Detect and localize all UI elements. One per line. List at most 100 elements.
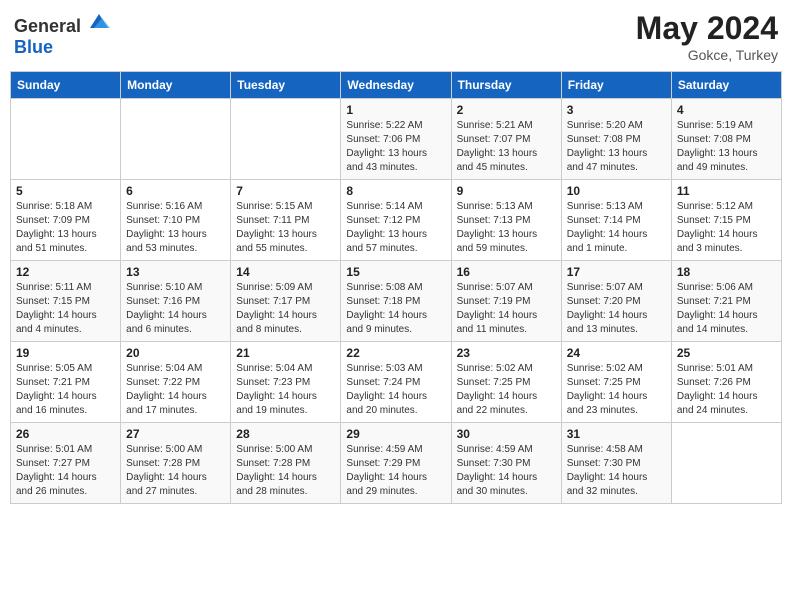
logo-text: General Blue	[14, 10, 110, 58]
day-info: Sunrise: 5:13 AMSunset: 7:14 PMDaylight:…	[567, 200, 666, 256]
day-number: 12	[16, 265, 115, 279]
weekday-header-row: SundayMondayTuesdayWednesdayThursdayFrid…	[11, 72, 782, 99]
day-number: 29	[346, 427, 445, 441]
day-number: 25	[677, 346, 776, 360]
day-info: Sunrise: 5:01 AMSunset: 7:27 PMDaylight:…	[16, 443, 115, 499]
day-info: Sunrise: 4:59 AMSunset: 7:29 PMDaylight:…	[346, 443, 445, 499]
calendar-location: Gokce, Turkey	[636, 47, 778, 63]
calendar-header: SundayMondayTuesdayWednesdayThursdayFrid…	[11, 72, 782, 99]
day-number: 5	[16, 184, 115, 198]
day-info: Sunrise: 4:59 AMSunset: 7:30 PMDaylight:…	[457, 443, 556, 499]
day-info: Sunrise: 5:16 AMSunset: 7:10 PMDaylight:…	[126, 200, 225, 256]
calendar-cell: 25 Sunrise: 5:01 AMSunset: 7:26 PMDayligh…	[671, 342, 781, 423]
calendar-cell	[231, 99, 341, 180]
calendar-cell: 22 Sunrise: 5:03 AMSunset: 7:24 PMDayligh…	[341, 342, 451, 423]
day-number: 11	[677, 184, 776, 198]
day-number: 27	[126, 427, 225, 441]
calendar-cell: 26 Sunrise: 5:01 AMSunset: 7:27 PMDayligh…	[11, 423, 121, 504]
day-number: 21	[236, 346, 335, 360]
calendar-cell: 29 Sunrise: 4:59 AMSunset: 7:29 PMDayligh…	[341, 423, 451, 504]
day-info: Sunrise: 5:22 AMSunset: 7:06 PMDaylight:…	[346, 119, 445, 175]
day-info: Sunrise: 5:00 AMSunset: 7:28 PMDaylight:…	[236, 443, 335, 499]
calendar-cell: 28 Sunrise: 5:00 AMSunset: 7:28 PMDayligh…	[231, 423, 341, 504]
weekday-header: Sunday	[11, 72, 121, 99]
weekday-header: Wednesday	[341, 72, 451, 99]
day-info: Sunrise: 5:02 AMSunset: 7:25 PMDaylight:…	[457, 362, 556, 418]
day-info: Sunrise: 4:58 AMSunset: 7:30 PMDaylight:…	[567, 443, 666, 499]
day-number: 19	[16, 346, 115, 360]
day-number: 23	[457, 346, 556, 360]
day-info: Sunrise: 5:19 AMSunset: 7:08 PMDaylight:…	[677, 119, 776, 175]
calendar-cell	[121, 99, 231, 180]
day-number: 20	[126, 346, 225, 360]
calendar-cell: 15 Sunrise: 5:08 AMSunset: 7:18 PMDayligh…	[341, 261, 451, 342]
calendar-cell: 11 Sunrise: 5:12 AMSunset: 7:15 PMDayligh…	[671, 180, 781, 261]
day-info: Sunrise: 5:07 AMSunset: 7:20 PMDaylight:…	[567, 281, 666, 337]
title-block: May 2024 Gokce, Turkey	[636, 10, 778, 63]
day-number: 9	[457, 184, 556, 198]
day-number: 28	[236, 427, 335, 441]
day-number: 14	[236, 265, 335, 279]
calendar-cell: 24Sunrise: 5:02 AMSunset: 7:25 PMDayligh…	[561, 342, 671, 423]
weekday-header: Saturday	[671, 72, 781, 99]
day-info: Sunrise: 5:09 AMSunset: 7:17 PMDaylight:…	[236, 281, 335, 337]
calendar-cell: 19 Sunrise: 5:05 AMSunset: 7:21 PMDayligh…	[11, 342, 121, 423]
day-number: 13	[126, 265, 225, 279]
day-info: Sunrise: 5:06 AMSunset: 7:21 PMDaylight:…	[677, 281, 776, 337]
day-info: Sunrise: 5:15 AMSunset: 7:11 PMDaylight:…	[236, 200, 335, 256]
day-number: 3	[567, 103, 666, 117]
calendar-cell: 7Sunrise: 5:15 AMSunset: 7:11 PMDaylight…	[231, 180, 341, 261]
day-number: 31	[567, 427, 666, 441]
day-info: Sunrise: 5:14 AMSunset: 7:12 PMDaylight:…	[346, 200, 445, 256]
calendar-cell: 27 Sunrise: 5:00 AMSunset: 7:28 PMDayligh…	[121, 423, 231, 504]
day-number: 17	[567, 265, 666, 279]
calendar-cell	[11, 99, 121, 180]
day-info: Sunrise: 5:05 AMSunset: 7:21 PMDaylight:…	[16, 362, 115, 418]
logo-general: General	[14, 16, 81, 36]
calendar-title: May 2024	[636, 10, 778, 47]
day-info: Sunrise: 5:10 AMSunset: 7:16 PMDaylight:…	[126, 281, 225, 337]
day-info: Sunrise: 5:12 AMSunset: 7:15 PMDaylight:…	[677, 200, 776, 256]
day-info: Sunrise: 5:02 AMSunset: 7:25 PMDaylight:…	[567, 362, 666, 418]
calendar-cell: 14 Sunrise: 5:09 AMSunset: 7:17 PMDayligh…	[231, 261, 341, 342]
calendar-cell: 5Sunrise: 5:18 AMSunset: 7:09 PMDaylight…	[11, 180, 121, 261]
day-number: 22	[346, 346, 445, 360]
calendar-cell: 31 Sunrise: 4:58 AMSunset: 7:30 PMDayligh…	[561, 423, 671, 504]
page-header: General Blue May 2024 Gokce, Turkey	[10, 10, 782, 63]
logo-blue: Blue	[14, 37, 53, 57]
calendar-cell: 4 Sunrise: 5:19 AMSunset: 7:08 PMDaylight…	[671, 99, 781, 180]
calendar-cell: 10Sunrise: 5:13 AMSunset: 7:14 PMDayligh…	[561, 180, 671, 261]
day-info: Sunrise: 5:08 AMSunset: 7:18 PMDaylight:…	[346, 281, 445, 337]
day-info: Sunrise: 5:01 AMSunset: 7:26 PMDaylight:…	[677, 362, 776, 418]
day-number: 26	[16, 427, 115, 441]
calendar-cell: 21 Sunrise: 5:04 AMSunset: 7:23 PMDayligh…	[231, 342, 341, 423]
day-number: 18	[677, 265, 776, 279]
day-number: 1	[346, 103, 445, 117]
day-number: 16	[457, 265, 556, 279]
calendar-cell: 23 Sunrise: 5:02 AMSunset: 7:25 PMDayligh…	[451, 342, 561, 423]
calendar-cell: 6 Sunrise: 5:16 AMSunset: 7:10 PMDaylight…	[121, 180, 231, 261]
day-info: Sunrise: 5:21 AMSunset: 7:07 PMDaylight:…	[457, 119, 556, 175]
day-info: Sunrise: 5:20 AMSunset: 7:08 PMDaylight:…	[567, 119, 666, 175]
day-info: Sunrise: 5:04 AMSunset: 7:23 PMDaylight:…	[236, 362, 335, 418]
weekday-header: Friday	[561, 72, 671, 99]
day-info: Sunrise: 5:04 AMSunset: 7:22 PMDaylight:…	[126, 362, 225, 418]
calendar-body: 1 Sunrise: 5:22 AMSunset: 7:06 PMDaylight…	[11, 99, 782, 504]
calendar-table: SundayMondayTuesdayWednesdayThursdayFrid…	[10, 71, 782, 504]
calendar-cell: 18 Sunrise: 5:06 AMSunset: 7:21 PMDayligh…	[671, 261, 781, 342]
day-number: 30	[457, 427, 556, 441]
day-number: 4	[677, 103, 776, 117]
calendar-cell: 16 Sunrise: 5:07 AMSunset: 7:19 PMDayligh…	[451, 261, 561, 342]
weekday-header: Thursday	[451, 72, 561, 99]
calendar-cell: 12Sunrise: 5:11 AMSunset: 7:15 PMDayligh…	[11, 261, 121, 342]
weekday-header: Tuesday	[231, 72, 341, 99]
day-number: 6	[126, 184, 225, 198]
day-info: Sunrise: 5:03 AMSunset: 7:24 PMDaylight:…	[346, 362, 445, 418]
day-info: Sunrise: 5:07 AMSunset: 7:19 PMDaylight:…	[457, 281, 556, 337]
day-number: 15	[346, 265, 445, 279]
day-info: Sunrise: 5:00 AMSunset: 7:28 PMDaylight:…	[126, 443, 225, 499]
logo: General Blue	[14, 10, 110, 58]
calendar-week-row: 1 Sunrise: 5:22 AMSunset: 7:06 PMDaylight…	[11, 99, 782, 180]
calendar-week-row: 5Sunrise: 5:18 AMSunset: 7:09 PMDaylight…	[11, 180, 782, 261]
day-number: 2	[457, 103, 556, 117]
